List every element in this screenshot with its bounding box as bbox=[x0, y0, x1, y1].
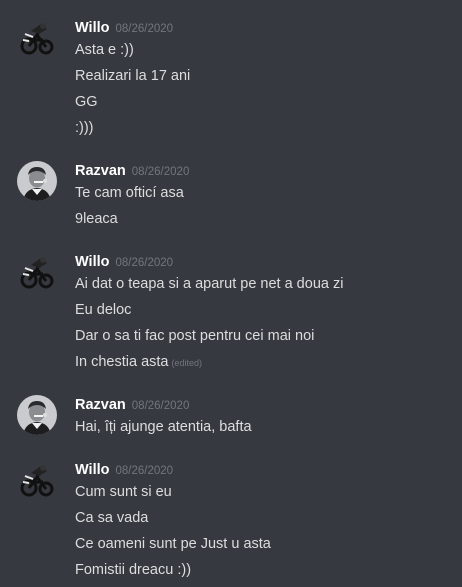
chat-message-list[interactable]: Willo 08/26/2020 Asta e :)) Realizari la … bbox=[0, 0, 462, 587]
timestamp: 08/26/2020 bbox=[115, 23, 174, 35]
username[interactable]: Willo bbox=[75, 254, 110, 270]
bike-rider-avatar-icon[interactable] bbox=[17, 460, 57, 500]
message-text: In chestia asta bbox=[75, 354, 169, 370]
message-line: Te cam ofticí asa bbox=[75, 185, 184, 201]
username[interactable]: Willo bbox=[75, 462, 110, 478]
message-header: Willo 08/26/2020 bbox=[75, 460, 173, 480]
person-portrait-avatar-icon[interactable] bbox=[17, 395, 57, 435]
message-line: Asta e :)) bbox=[75, 42, 134, 58]
message-header: Willo 08/26/2020 bbox=[75, 18, 173, 38]
message-line: In chestia asta (edited) bbox=[75, 352, 202, 373]
message-header: Razvan 08/26/2020 bbox=[75, 161, 189, 181]
message-line: Ca sa vada bbox=[75, 510, 149, 526]
message-line: :))) bbox=[75, 120, 94, 136]
person-portrait-avatar-icon[interactable] bbox=[17, 161, 57, 201]
message-line: Eu deloc bbox=[75, 302, 132, 318]
message-line: Cum sunt si eu bbox=[75, 484, 172, 500]
username[interactable]: Razvan bbox=[75, 397, 126, 413]
message-line: Ai dat o teapa si a aparut pe net a doua… bbox=[75, 276, 344, 292]
message-header: Willo 08/26/2020 bbox=[75, 252, 173, 272]
edited-marker: (edited) bbox=[171, 358, 203, 368]
username[interactable]: Willo bbox=[75, 20, 110, 36]
message-line: Ce oameni sunt pe Just u asta bbox=[75, 536, 271, 552]
message-line: Dar o sa ti fac post pentru cei mai noi bbox=[75, 328, 315, 344]
username[interactable]: Razvan bbox=[75, 163, 126, 179]
timestamp: 08/26/2020 bbox=[131, 400, 190, 412]
message-line: Realizari la 17 ani bbox=[75, 68, 191, 84]
message-line: 9leaca bbox=[75, 211, 118, 227]
timestamp: 08/26/2020 bbox=[115, 465, 174, 477]
message-header: Razvan 08/26/2020 bbox=[75, 395, 189, 415]
timestamp: 08/26/2020 bbox=[115, 257, 174, 269]
bike-rider-avatar-icon[interactable] bbox=[17, 18, 57, 58]
bike-rider-avatar-icon[interactable] bbox=[17, 252, 57, 292]
message-line: Fomistii dreacu :)) bbox=[75, 562, 192, 578]
message-line: GG bbox=[75, 94, 98, 110]
message-line: Hai, îți ajunge atentia, bafta bbox=[75, 419, 252, 435]
timestamp: 08/26/2020 bbox=[131, 166, 190, 178]
